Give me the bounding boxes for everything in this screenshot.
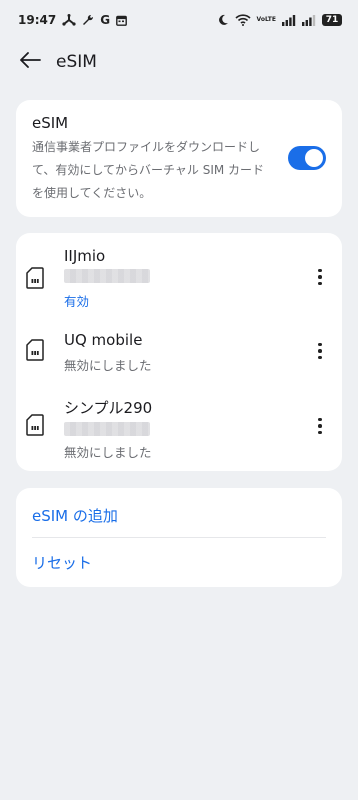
volte-label-mid: LTE xyxy=(264,16,276,23)
sim-card-icon xyxy=(26,414,44,440)
esim-profile-row[interactable]: UQ mobile 無効にしました xyxy=(16,317,342,383)
calendar-icon xyxy=(116,15,127,26)
sim-number-redacted xyxy=(64,269,150,283)
moon-icon xyxy=(217,14,229,26)
usb-debug-icon xyxy=(62,14,76,26)
esim-toggle-description: 通信事業者プロファイルをダウンロードして、有効にしてからバーチャル SIM カー… xyxy=(32,140,265,200)
signal-icon xyxy=(282,14,296,26)
status-right: Vo LTE 71 xyxy=(217,14,342,26)
esim-toggle-title: eSIM xyxy=(32,114,69,132)
more-options-icon[interactable] xyxy=(310,264,330,290)
esim-profile-row[interactable]: シンプル290 無効にしました xyxy=(16,383,342,471)
status-left: 19:47 G xyxy=(18,13,127,27)
sim-number-redacted xyxy=(64,422,150,436)
app-header: eSIM xyxy=(0,44,358,80)
sim-name: UQ mobile xyxy=(64,331,143,349)
page-title: eSIM xyxy=(56,52,97,72)
sim-name: IIJmio xyxy=(64,247,106,265)
add-esim-button[interactable]: eSIM の追加 xyxy=(32,505,118,526)
sim-status: 無効にしました xyxy=(64,445,152,460)
sim-card-icon xyxy=(26,339,44,365)
wifi-icon xyxy=(234,14,251,26)
volte-icon: Vo LTE xyxy=(257,17,276,23)
sim-card-icon xyxy=(26,267,44,293)
toggle-knob xyxy=(305,149,323,167)
arrow-left-icon xyxy=(19,52,41,72)
esim-actions-card: eSIM の追加 リセット xyxy=(16,488,342,587)
esim-toggle-card: eSIM 通信事業者プロファイルをダウンロードして、有効にしてからバーチャル S… xyxy=(16,100,342,217)
sim-status: 無効にしました xyxy=(64,358,152,373)
sim-name: シンプル290 xyxy=(64,399,153,417)
battery-icon: 71 xyxy=(322,14,342,26)
signal-icon xyxy=(302,14,316,26)
esim-toggle-switch[interactable] xyxy=(288,146,326,170)
status-time: 19:47 xyxy=(18,13,57,27)
sim-status: 有効 xyxy=(64,294,90,309)
wrench-icon xyxy=(82,14,94,26)
more-options-icon[interactable] xyxy=(310,338,330,364)
volte-label-top: Vo xyxy=(256,16,265,23)
more-options-icon[interactable] xyxy=(310,413,330,439)
divider xyxy=(32,537,326,538)
esim-profile-row[interactable]: IIJmio 有効 xyxy=(16,233,342,317)
back-button[interactable] xyxy=(10,44,50,80)
reset-button[interactable]: リセット xyxy=(32,552,92,573)
google-icon: G xyxy=(100,13,111,27)
status-bar: 19:47 G Vo LTE 71 xyxy=(0,0,358,40)
esim-profile-list: IIJmio 有効 UQ mobile 無効にしました シンプル290 無効にし… xyxy=(16,233,342,471)
